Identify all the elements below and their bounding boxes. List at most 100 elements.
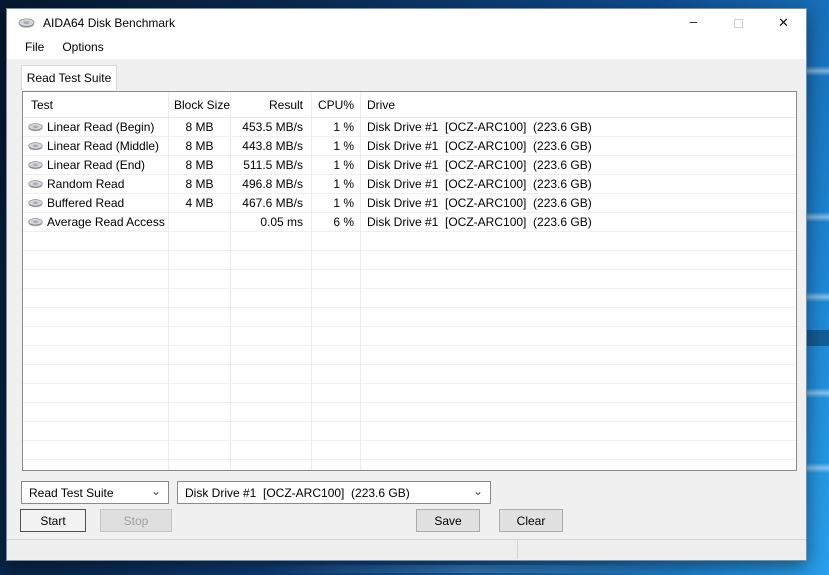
disk-icon (28, 141, 43, 151)
table-row[interactable]: Linear Read (End) 8 MB 511.5 MB/s 1 % Disk D… (23, 156, 796, 175)
table-header: Test Block Size Result CPU% Drive (23, 92, 796, 118)
table-row[interactable]: Linear Read (Begin) 8 MB 453.5 MB/s 1 % Disk… (23, 118, 796, 137)
cell-block-size (169, 213, 231, 231)
cell-drive (361, 441, 796, 459)
cell-drive (361, 460, 796, 470)
cell-result: 443.8 MB/s (231, 137, 312, 155)
cell-cpu: 1 % (312, 175, 361, 193)
suite-select-value: Read Test Suite (29, 485, 114, 500)
cell-result (231, 384, 312, 402)
menu-options[interactable]: Options (53, 37, 112, 59)
start-button[interactable]: Start (20, 509, 86, 532)
close-button[interactable]: ✕ (761, 9, 806, 37)
col-header-result[interactable]: Result (231, 92, 312, 118)
title-bar: AIDA64 Disk Benchmark – ✕ (7, 9, 806, 37)
cell-cpu (312, 232, 361, 250)
cell-test (23, 365, 169, 383)
menu-bar: File Options (7, 37, 806, 59)
table-row-empty (23, 289, 796, 308)
cell-block-size (169, 327, 231, 345)
table-row[interactable]: Average Read Access 0.05 ms 6 % Disk Drive … (23, 213, 796, 232)
cell-result (231, 232, 312, 250)
cell-cpu (312, 270, 361, 288)
cell-drive (361, 251, 796, 269)
table-row-empty (23, 346, 796, 365)
col-header-cpu[interactable]: CPU% (312, 92, 361, 118)
save-button[interactable]: Save (416, 509, 480, 532)
col-header-drive[interactable]: Drive (361, 92, 796, 118)
col-header-test[interactable]: Test (23, 92, 169, 118)
table-row[interactable]: Linear Read (Middle) 8 MB 443.8 MB/s 1 % Dis… (23, 137, 796, 156)
table-row-empty (23, 441, 796, 460)
cell-drive (361, 384, 796, 402)
cell-result (231, 308, 312, 326)
cell-result (231, 422, 312, 440)
cell-test: Linear Read (End) (23, 156, 169, 174)
cell-drive: Disk Drive #1 [OCZ-ARC100] (223.6 GB) (367, 139, 592, 153)
table-row-empty (23, 365, 796, 384)
cell-block-size (169, 289, 231, 307)
menu-file[interactable]: File (16, 37, 53, 59)
disk-icon (28, 160, 43, 170)
cell-drive: Disk Drive #1 [OCZ-ARC100] (223.6 GB) (367, 177, 592, 191)
cell-test (23, 289, 169, 307)
table-row-empty (23, 384, 796, 403)
table-row-empty (23, 327, 796, 346)
cell-test (23, 441, 169, 459)
cell-block-size (169, 308, 231, 326)
table-row[interactable]: Buffered Read 4 MB 467.6 MB/s 1 % Disk Drive… (23, 194, 796, 213)
maximize-icon (734, 18, 743, 28)
cell-block-size (169, 346, 231, 364)
cell-test: Average Read Access (23, 213, 169, 231)
cell-block-size (169, 403, 231, 421)
table-row-empty (23, 270, 796, 289)
table-row-empty (23, 403, 796, 422)
table-body: Linear Read (Begin) 8 MB 453.5 MB/s 1 % Disk… (23, 118, 796, 470)
cell-drive (361, 346, 796, 364)
clear-button[interactable]: Clear (499, 509, 563, 532)
app-window: AIDA64 Disk Benchmark – ✕ File Options R… (6, 8, 807, 561)
cell-drive: Disk Drive #1 [OCZ-ARC100] (223.6 GB) (367, 120, 592, 134)
cell-drive (361, 308, 796, 326)
table-row-empty (23, 422, 796, 441)
cell-result (231, 460, 312, 470)
maximize-button (716, 9, 761, 37)
cell-cpu (312, 384, 361, 402)
col-header-block-size[interactable]: Block Size (169, 92, 231, 118)
suite-select[interactable]: Read Test Suite ⌄ (21, 481, 169, 504)
cell-block-size (169, 422, 231, 440)
cell-block-size: 8 MB (169, 118, 231, 136)
drive-select-value: Disk Drive #1 [OCZ-ARC100] (223.6 GB) (185, 485, 410, 500)
drive-select[interactable]: Disk Drive #1 [OCZ-ARC100] (223.6 GB) ⌄ (177, 481, 491, 504)
cell-cpu: 1 % (312, 118, 361, 136)
cell-result (231, 365, 312, 383)
cell-result: 0.05 ms (231, 213, 312, 231)
results-table: Test Block Size Result CPU% Drive Linear… (22, 91, 797, 471)
cell-result: 467.6 MB/s (231, 194, 312, 212)
table-row-empty (23, 251, 796, 270)
cell-block-size (169, 365, 231, 383)
minimize-button[interactable]: – (671, 9, 716, 37)
desktop-bottom-beam (260, 565, 680, 573)
cell-test (23, 346, 169, 364)
cell-drive (361, 270, 796, 288)
disk-icon (28, 122, 43, 132)
cell-result: 511.5 MB/s (231, 156, 312, 174)
window-title: AIDA64 Disk Benchmark (43, 16, 176, 30)
cell-drive (361, 422, 796, 440)
cell-result (231, 251, 312, 269)
cell-test (23, 308, 169, 326)
table-row[interactable]: Random Read 8 MB 496.8 MB/s 1 % Disk Drive #… (23, 175, 796, 194)
cell-cpu: 1 % (312, 156, 361, 174)
cell-test: Random Read (23, 175, 169, 193)
cell-result (231, 403, 312, 421)
stop-button[interactable]: Stop (100, 509, 172, 532)
cell-drive (361, 403, 796, 421)
cell-cpu (312, 365, 361, 383)
cell-test (23, 251, 169, 269)
cell-block-size: 4 MB (169, 194, 231, 212)
cell-result (231, 289, 312, 307)
cell-test: Linear Read (Begin) (23, 118, 169, 136)
cell-result (231, 327, 312, 345)
tab-read-test-suite[interactable]: Read Test Suite (21, 65, 117, 90)
